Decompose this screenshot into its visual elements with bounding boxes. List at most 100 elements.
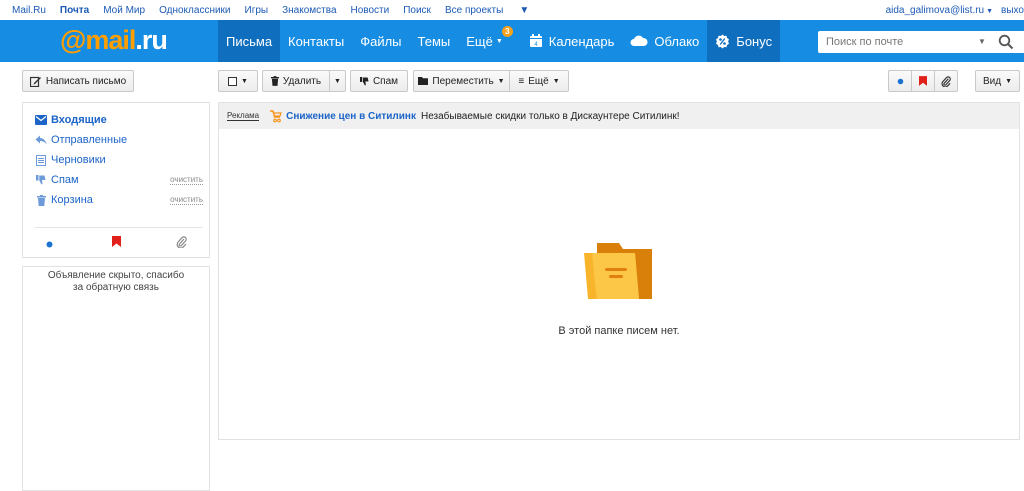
portal-link-news[interactable]: Новости [351,5,390,16]
portal-link-dating[interactable]: Знакомства [282,5,336,16]
logout-link[interactable]: выхо [1001,5,1024,16]
spam-button[interactable]: Спам [350,70,408,92]
compose-label: Написать письмо [45,75,127,87]
portal-link-mailru[interactable]: Mail.Ru [12,5,46,16]
notification-badge: 3 [501,26,513,37]
nav-bonus[interactable]: Бонус [707,20,781,62]
portal-bar: Mail.Ru Почта Мой Мир Одноклассники Игры… [0,0,1024,20]
select-all-checkbox[interactable]: ▼ [218,70,258,92]
nav-label: Темы [417,33,451,49]
portal-link-all-projects[interactable]: Все проекты ▼ [445,5,543,16]
checkbox-icon [228,76,238,86]
flag-icon [919,76,927,86]
pencil-icon [29,76,41,87]
filter-flagged-button[interactable] [911,70,935,92]
portal-link-myworld[interactable]: Мой Мир [103,5,145,16]
nav-label: Контакты [288,33,345,49]
delete-label: Удалить [282,75,322,87]
draft-icon [35,154,47,166]
trash-icon [35,194,47,206]
divider [35,227,203,228]
logo-mail: @mail [60,25,136,55]
portal-links: Mail.Ru Почта Мой Мир Одноклассники Игры… [0,5,557,16]
message-list-panel: Реклама Снижение цен в Ситилинк Незабыва… [218,102,1020,440]
citilink-logo-icon [269,109,282,123]
portal-link-mail[interactable]: Почта [60,5,89,16]
folder-sent[interactable]: Отправленные [35,132,203,148]
nav-topics[interactable]: Темы [410,20,459,62]
nav-letters[interactable]: Письма [218,20,281,62]
nav-label: Письма [226,33,273,49]
nav-contacts[interactable]: Контакты [280,20,352,62]
folder-drafts[interactable]: Черновики [35,152,203,168]
paperclip-icon [941,75,951,87]
ad-line[interactable]: Реклама Снижение цен в Ситилинк Незабыва… [219,103,1019,129]
search-input[interactable] [818,31,976,53]
flag-icon[interactable] [112,236,121,250]
search-icon[interactable] [998,34,1014,53]
search-options-chevron-icon[interactable]: ▼ [978,31,986,53]
user-email: aida_galimova@list.ru [885,4,985,16]
clear-spam-link[interactable]: очистить [170,175,203,185]
user-area: aida_galimova@list.ru ▼ выхо [886,0,1024,20]
chevron-down-icon: ▼ [986,7,994,15]
thumbs-down-icon [35,175,47,185]
unread-dot-icon[interactable] [46,239,53,251]
calendar-icon: 4 [529,34,543,48]
user-menu[interactable]: aida_galimova@list.ru ▼ [886,5,993,16]
delete-options-button[interactable]: ▼ [329,70,346,92]
folder-filters [23,235,211,251]
folder-list: Входящие Отправленные Черновики Спам очи… [22,102,210,258]
more-label: Ещё [528,75,549,87]
nav-label: Файлы [360,33,402,49]
folder-label: Отправленные [51,134,128,146]
reply-icon [35,135,47,145]
main-header: @mail.ru Письма Контакты Файлы Темы Ещё … [0,20,1024,62]
main-nav: Письма Контакты Файлы Темы Ещё ▼ 3 4 Кал… [218,20,781,62]
ad-headline[interactable]: Снижение цен в Ситилинк [286,111,416,122]
mailru-logo[interactable]: @mail.ru [60,25,168,56]
nav-label: Календарь [548,33,615,49]
delete-button[interactable]: Удалить [262,70,330,92]
folder-inbox[interactable]: Входящие [35,112,203,128]
folder-label: Корзина [51,194,93,206]
clear-trash-link[interactable]: очистить [170,195,203,205]
filter-attachments-button[interactable] [934,70,958,92]
filter-unread-button[interactable] [888,70,912,92]
chevron-down-icon: ▼ [241,77,248,85]
ad-hidden-notice: Объявление скрыто, спасибо за обратную с… [22,266,210,491]
spam-label: Спам [372,75,399,87]
more-actions-button[interactable]: ≡ Ещё ▼ [509,70,569,92]
view-label: Вид [982,75,1002,87]
inbox-icon [35,115,47,125]
view-button[interactable]: Вид ▼ [975,70,1020,92]
move-button[interactable]: Переместить ▼ [413,70,510,92]
portal-link-games[interactable]: Игры [245,5,269,16]
trash-icon [270,76,279,86]
nav-calendar[interactable]: 4 Календарь [521,20,623,62]
folder-trash[interactable]: Корзина очистить [35,192,203,208]
folder-spam[interactable]: Спам очистить [35,172,203,188]
portal-link-search[interactable]: Поиск [403,5,431,16]
folder-icon [418,77,429,85]
ad-tag[interactable]: Реклама [227,111,260,121]
chevron-down-icon: ▼ [495,37,503,45]
chevron-down-icon: ▼ [519,4,530,16]
all-projects-label: Все проекты [444,4,504,16]
chevron-down-icon: ▼ [1005,77,1013,85]
cloud-icon [630,35,648,47]
ad-text: Незабываемые скидки только в Дискаунтере… [420,110,680,122]
nav-label: Бонус [736,33,773,49]
paperclip-icon[interactable] [176,236,187,251]
nav-cloud[interactable]: Облако [622,20,707,62]
folder-label: Черновики [51,154,106,166]
logo-domain: .ru [135,25,168,55]
portal-link-ok[interactable]: Одноклассники [159,5,230,16]
ad-notice-line: за обратную связь [73,282,159,293]
percent-icon [715,34,730,49]
empty-folder-icon [581,237,655,304]
nav-label: Облако [654,33,700,49]
compose-button[interactable]: Написать письмо [22,70,134,92]
nav-more[interactable]: Ещё ▼ 3 [458,20,513,62]
nav-files[interactable]: Файлы [352,20,409,62]
